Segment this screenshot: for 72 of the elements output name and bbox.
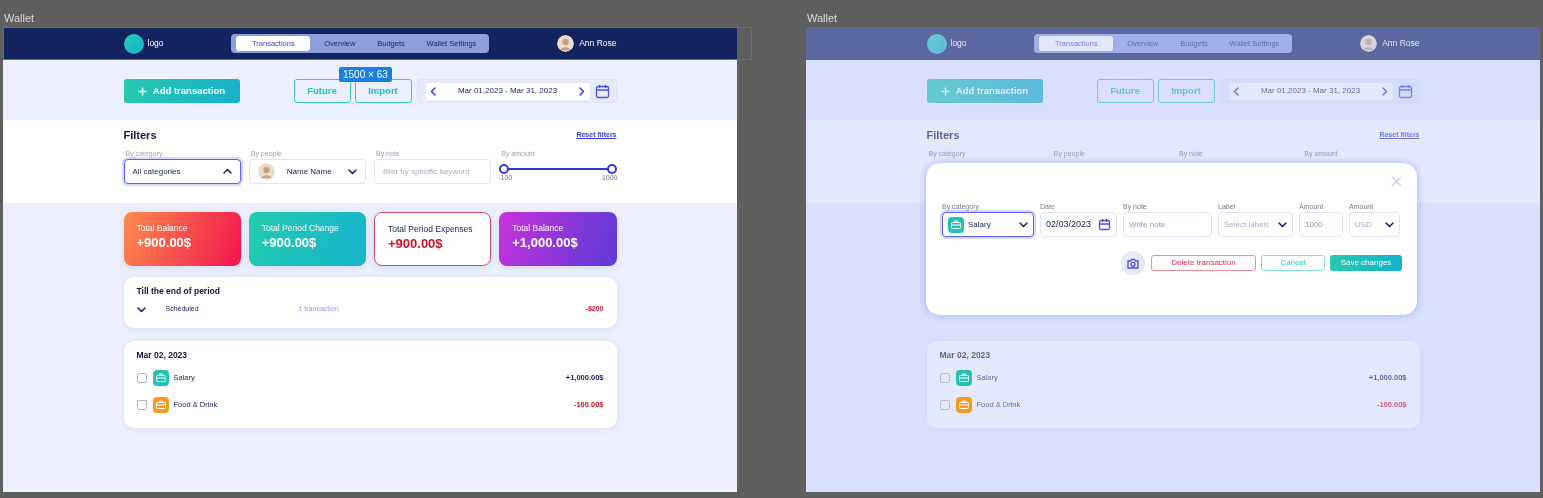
date-range-text: Mar 01,2023 - Mar 31, 2023	[1260, 86, 1361, 96]
plus-icon	[940, 86, 950, 96]
briefcase-icon	[958, 373, 969, 383]
checkbox[interactable]	[939, 399, 950, 410]
camera-button[interactable]	[1121, 251, 1145, 275]
text-field[interactable]: 1000	[1299, 212, 1343, 237]
action-button[interactable]: Cancel	[1261, 255, 1325, 271]
card-title: Till the end of period	[136, 286, 221, 297]
add-transaction-button[interactable]: Add transaction	[926, 79, 1043, 103]
select-field[interactable]: Name Name	[248, 159, 366, 185]
close-icon[interactable]	[1391, 176, 1402, 187]
date-range-text: Mar 01,2023 - Mar 31, 2023	[457, 86, 558, 96]
chevron-down-icon	[1019, 221, 1028, 228]
dimension-badge: 1500 × 63	[339, 67, 392, 82]
date-field[interactable]: 02/03/2023	[1040, 212, 1117, 237]
select-field[interactable]: USD	[1349, 212, 1400, 237]
card-amount: +900.00$	[261, 235, 318, 251]
chevron-left-icon[interactable]	[429, 86, 437, 96]
briefcase-icon	[155, 373, 166, 383]
card-title: Total Balance	[512, 223, 565, 234]
checkbox[interactable]	[939, 372, 950, 383]
chevron-down-icon	[1278, 221, 1287, 228]
avatar	[557, 35, 575, 52]
select-field[interactable]: Select labels	[1218, 212, 1293, 237]
user-name[interactable]: Ann Rose	[1382, 38, 1420, 49]
card-amount: +900.00$	[388, 236, 444, 252]
text-field[interactable]: Write note	[1123, 212, 1212, 237]
calendar-icon	[1397, 83, 1413, 99]
date-heading: Mar 02, 2023	[939, 350, 992, 361]
card-title: Total Balance	[136, 223, 189, 234]
select-field[interactable]: All categories	[123, 159, 241, 185]
chevron-right-icon[interactable]	[1381, 86, 1389, 96]
card-amount: +900.00$	[136, 235, 193, 251]
section-title: Filters	[926, 129, 960, 143]
chevron-down-icon	[348, 168, 357, 176]
frame-title: Wallet	[3, 11, 36, 26]
add-transaction-button[interactable]: Add transaction	[123, 79, 240, 103]
chevron-up-icon	[222, 168, 232, 176]
calendar-icon	[1098, 218, 1111, 231]
card-title: Total Period Expenses	[388, 224, 474, 235]
select-field[interactable]: Salary	[942, 212, 1034, 237]
chevron-down-icon	[1385, 221, 1394, 228]
toolbar-button[interactable]: Import	[354, 79, 412, 103]
avatar	[257, 163, 275, 181]
range-handle[interactable]	[499, 164, 510, 175]
checkbox[interactable]	[136, 399, 147, 410]
logo-text: logo	[147, 38, 164, 49]
briefcase-icon	[958, 400, 969, 410]
avatar	[1360, 35, 1378, 52]
logo-text: logo	[950, 38, 967, 49]
calendar-icon	[594, 83, 610, 99]
chevron-right-icon[interactable]	[578, 86, 586, 96]
briefcase-icon	[155, 400, 166, 410]
plus-icon	[137, 86, 147, 96]
briefcase-icon	[951, 220, 961, 229]
user-name[interactable]: Ann Rose	[579, 38, 617, 49]
frame-title: Wallet	[806, 11, 839, 26]
action-button[interactable]: Save changes	[1330, 255, 1402, 271]
range-handle[interactable]	[606, 164, 617, 175]
card-title: Total Period Change	[261, 223, 340, 234]
chevron-left-icon[interactable]	[1232, 86, 1240, 96]
chevron-down-icon[interactable]	[136, 305, 146, 313]
date-heading: Mar 02, 2023	[136, 350, 189, 361]
camera-icon	[1127, 257, 1139, 269]
checkbox[interactable]	[136, 372, 147, 383]
action-button[interactable]: Delete transaction	[1151, 255, 1256, 271]
toolbar-button[interactable]: Future	[293, 79, 351, 103]
logo-mark	[926, 33, 947, 54]
card-amount: +1,000.00$	[512, 235, 579, 251]
section-title: Filters	[123, 129, 157, 143]
text-field[interactable]: filter by specific keyword	[374, 159, 492, 185]
logo-mark	[123, 33, 144, 54]
